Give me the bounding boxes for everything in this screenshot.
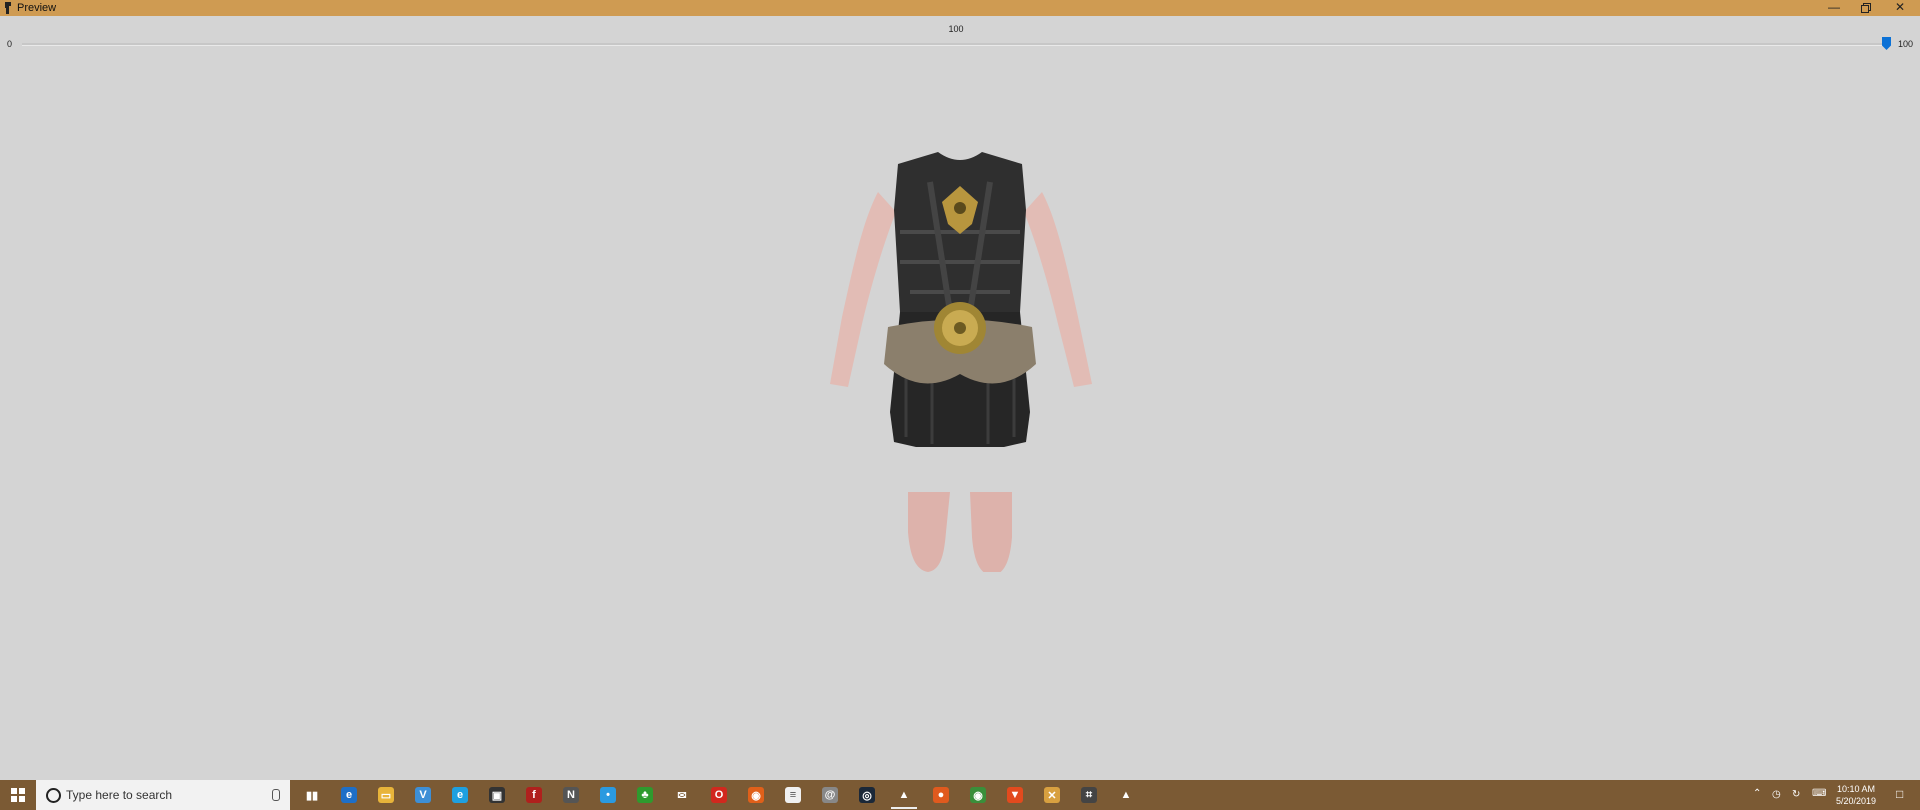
notification-icon: □ [1896, 787, 1904, 801]
start-button[interactable] [0, 780, 36, 810]
sync-icon[interactable]: ↻ [1792, 789, 1800, 800]
search-placeholder: Type here to search [66, 788, 173, 802]
title-bar: Preview — ✕ [0, 0, 1920, 16]
firefox-icon[interactable]: ◉ [748, 787, 764, 803]
photo-app-icon[interactable]: ▣ [489, 787, 505, 803]
chrome-icon[interactable]: ◉ [970, 787, 986, 803]
edge-icon[interactable]: e [341, 787, 357, 803]
keyboard-icon[interactable]: ⌨ [1812, 788, 1826, 799]
slider-thumb[interactable] [1882, 37, 1891, 50]
armor-app-icon[interactable]: ▲ [1118, 787, 1134, 803]
restore-button[interactable] [1850, 0, 1882, 16]
clover-icon[interactable]: ♣ [637, 787, 653, 803]
notepad-icon[interactable]: ≡ [785, 787, 801, 803]
chat-icon[interactable]: • [600, 787, 616, 803]
slider-value-label: 100 [948, 24, 964, 34]
slider-max-label: 100 [1898, 39, 1914, 49]
mail-icon[interactable]: ✉ [674, 787, 690, 803]
close-icon: ✕ [1894, 0, 1906, 14]
visual-studio-icon[interactable]: V [415, 787, 431, 803]
file-explorer-icon[interactable]: ▭ [378, 787, 394, 803]
window-title: Preview [17, 2, 57, 14]
flash-icon[interactable]: f [526, 787, 542, 803]
spiral-icon[interactable]: @ [822, 787, 838, 803]
slider-track[interactable] [22, 43, 1886, 46]
restore-icon [1861, 3, 1871, 13]
n-app-icon[interactable]: N [563, 787, 579, 803]
windows-icon [11, 788, 25, 802]
slider-min-label: 0 [7, 39, 13, 49]
active-app-indicator [891, 807, 917, 809]
brave-icon[interactable]: ▼ [1007, 787, 1023, 803]
preview-app-icon[interactable]: ▲ [896, 787, 912, 803]
slider-fill [22, 43, 1886, 45]
orange-app-icon[interactable]: ● [933, 787, 949, 803]
chevron-up-icon[interactable]: ⌃ [1753, 788, 1761, 799]
minimize-button[interactable]: — [1818, 0, 1850, 16]
preview-viewport[interactable] [0, 52, 1920, 778]
clock-date: 5/20/2019 [1835, 796, 1877, 806]
task-view-icon[interactable]: ▮▮ [304, 787, 320, 803]
cortana-icon [46, 788, 61, 803]
steam-icon[interactable]: ◎ [859, 787, 875, 803]
close-button[interactable]: ✕ [1884, 0, 1916, 16]
minimize-icon: — [1828, 0, 1840, 14]
controller-icon[interactable]: ⌗ [1081, 787, 1097, 803]
network-icon[interactable]: ◷ [1772, 789, 1781, 800]
armor-app-icon [5, 2, 11, 14]
x-app-icon[interactable]: ✕ [1044, 787, 1060, 803]
clock[interactable]: 10:10 AM 5/20/2019 [1826, 783, 1886, 807]
taskbar: Type here to search ▮▮ e ▭ Ve ▣ f N • ♣ ✉ O ◉ ≡ @ ◎ ▲ ● ◉… [0, 780, 1920, 810]
internet-explorer-icon[interactable]: e [452, 787, 468, 803]
clock-time: 10:10 AM [1836, 784, 1876, 794]
opera-icon[interactable]: O [711, 787, 727, 803]
search-box[interactable]: Type here to search [36, 780, 290, 810]
microphone-icon[interactable] [272, 789, 280, 801]
armored-body-model [830, 152, 1092, 572]
